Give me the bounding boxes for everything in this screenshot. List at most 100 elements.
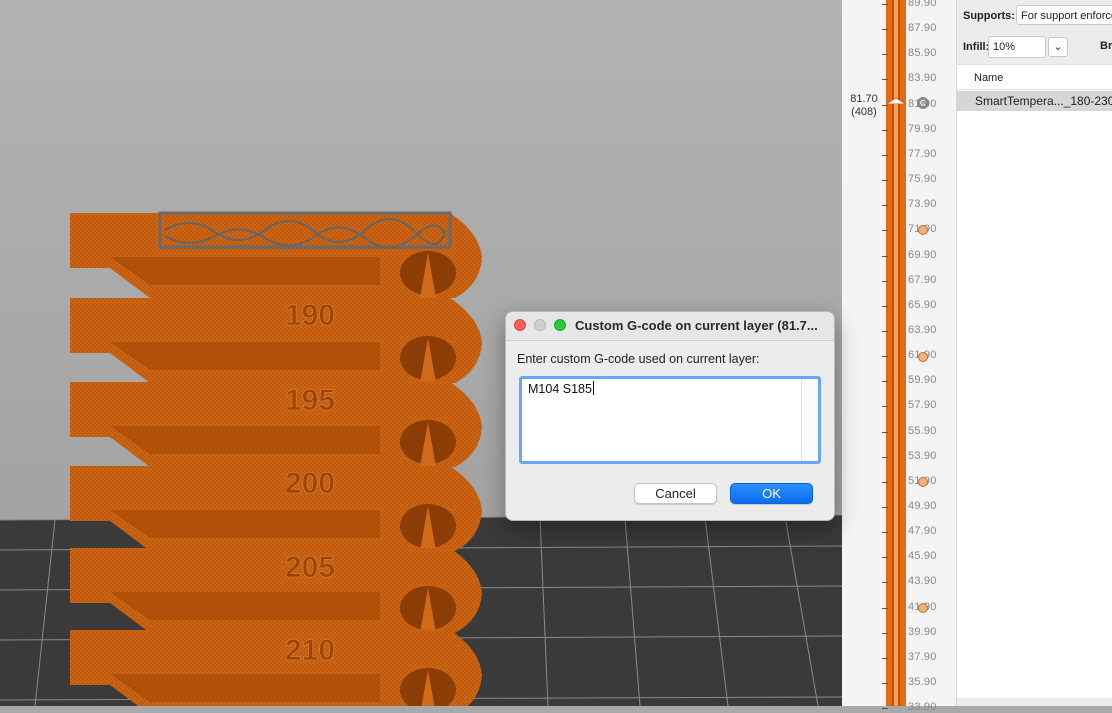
tower-shelf	[110, 592, 380, 620]
tick-label: 73.90	[908, 198, 937, 211]
gcode-text: M104 S185	[528, 381, 594, 396]
text-caret	[592, 381, 594, 395]
custom-gcode-dialog: Custom G-code on current layer (81.7... …	[505, 311, 835, 521]
tick-mark	[882, 557, 888, 559]
color-change-marker-icon[interactable]	[918, 352, 928, 362]
tick-label: 49.90	[908, 500, 937, 512]
tick-label: 35.90	[908, 676, 937, 689]
right-sidebar: Supports: For support enforcers only Inf…	[957, 0, 1112, 706]
supports-select[interactable]: For support enforcers only	[1016, 5, 1112, 25]
textarea-scrollbar[interactable]	[801, 379, 818, 461]
current-layer-readout: 81.70 (408)	[848, 93, 880, 119]
tick-mark	[882, 230, 888, 232]
tick-mark	[882, 205, 888, 207]
zoom-window-button[interactable]	[554, 319, 566, 331]
tick-label: 75.90	[908, 173, 937, 186]
list-item[interactable]: SmartTempera..._180-230	[957, 91, 1112, 111]
gcode-value: M104 S185	[528, 382, 592, 396]
infill-label: Infill:	[963, 41, 990, 53]
tick-label: 85.90	[908, 47, 937, 60]
tick-mark	[882, 154, 888, 156]
tick-mark	[882, 129, 888, 131]
tick-label: 79.90	[908, 122, 937, 135]
tick-mark	[882, 305, 888, 307]
sidebar-bottom-strip	[957, 698, 1112, 706]
dialog-titlebar[interactable]: Custom G-code on current layer (81.7...	[506, 312, 834, 341]
chevron-down-icon[interactable]: ⌄	[1048, 37, 1068, 57]
tick-label: 87.90	[908, 22, 937, 35]
brim-label: Brim:	[1100, 40, 1112, 52]
header-divider	[957, 89, 1112, 90]
tower-temperature-label: 195	[285, 384, 335, 417]
tick-mark	[882, 582, 888, 584]
tick-label: 65.90	[908, 298, 937, 311]
dialog-prompt: Enter custom G-code used on current laye…	[517, 352, 760, 366]
tick-mark	[882, 632, 888, 634]
tick-label: 39.90	[908, 625, 937, 638]
tick-label: 33.90	[908, 701, 937, 713]
tick-label: 37.90	[908, 650, 937, 663]
tower-temperature-label: 200	[285, 467, 335, 500]
tick-label: 59.90	[908, 374, 937, 387]
temperature-tower-model	[70, 211, 482, 706]
tick-label: 81.90	[908, 97, 937, 110]
layer-slider-thumb[interactable]	[884, 98, 908, 104]
close-window-button[interactable]	[514, 319, 526, 331]
tick-mark	[882, 330, 888, 332]
tick-label: 77.90	[908, 147, 937, 160]
tick-mark	[882, 507, 888, 508]
tick-mark	[882, 79, 888, 81]
tick-mark	[882, 356, 888, 358]
tick-mark	[882, 280, 888, 282]
tick-mark	[882, 456, 888, 458]
dialog-title: Custom G-code on current layer (81.7...	[575, 318, 818, 333]
ok-button[interactable]: OK	[730, 483, 813, 504]
tick-mark	[882, 708, 888, 710]
tick-mark	[882, 54, 888, 56]
supports-label: Supports:	[963, 10, 1015, 22]
tick-mark	[882, 406, 888, 408]
color-change-marker-icon[interactable]	[918, 603, 928, 613]
tower-shelf	[110, 342, 380, 370]
gcode-textarea[interactable]: M104 S185	[519, 376, 821, 464]
tower-temperature-label: 205	[285, 551, 335, 584]
tick-mark	[882, 431, 888, 433]
tick-label: 69.90	[908, 248, 937, 261]
tick-label: 47.90	[908, 525, 937, 538]
tower-shelf	[110, 426, 380, 454]
tower-temperature-label: 190	[285, 299, 335, 332]
minimize-window-button[interactable]	[534, 319, 546, 331]
tick-label: 53.90	[908, 449, 937, 462]
color-change-marker-icon[interactable]	[918, 477, 928, 487]
current-layer-height: 81.70	[850, 93, 878, 105]
tick-label: 43.90	[908, 575, 937, 588]
object-name: SmartTempera..._180-230	[975, 94, 1112, 108]
object-list[interactable]: Name SmartTempera..._180-230	[957, 64, 1112, 699]
layer-slider-panel: 81.70 (408) ⚙ 89.90 87.90 85.90 83.90 81.90 7…	[842, 0, 957, 713]
tick-mark	[882, 104, 888, 106]
tick-mark	[882, 481, 888, 483]
cancel-button[interactable]: Cancel	[634, 483, 717, 504]
layer-slider-track-highlight	[894, 0, 898, 706]
tick-mark	[882, 532, 888, 534]
tick-mark	[882, 255, 888, 257]
tick-mark	[882, 29, 888, 31]
tick-label: 67.90	[908, 273, 937, 286]
tick-mark	[882, 683, 888, 685]
current-layer-number: (408)	[851, 106, 877, 118]
tick-mark	[882, 4, 888, 5]
tower-shelf	[110, 257, 380, 285]
tick-label: 55.90	[908, 424, 937, 437]
tick-mark	[882, 657, 888, 659]
tick-label: 89.90	[908, 0, 937, 9]
tick-mark	[882, 607, 888, 609]
tick-label: 83.90	[908, 72, 937, 85]
tick-label: 45.90	[908, 550, 937, 563]
tick-label: 57.90	[908, 399, 937, 412]
tick-mark	[882, 180, 888, 182]
tower-shelf	[110, 510, 380, 538]
infill-input[interactable]: 10%	[988, 36, 1046, 58]
tower-shelf	[110, 674, 380, 702]
color-change-marker-icon[interactable]	[918, 225, 928, 235]
column-header-name[interactable]: Name	[974, 72, 1003, 84]
